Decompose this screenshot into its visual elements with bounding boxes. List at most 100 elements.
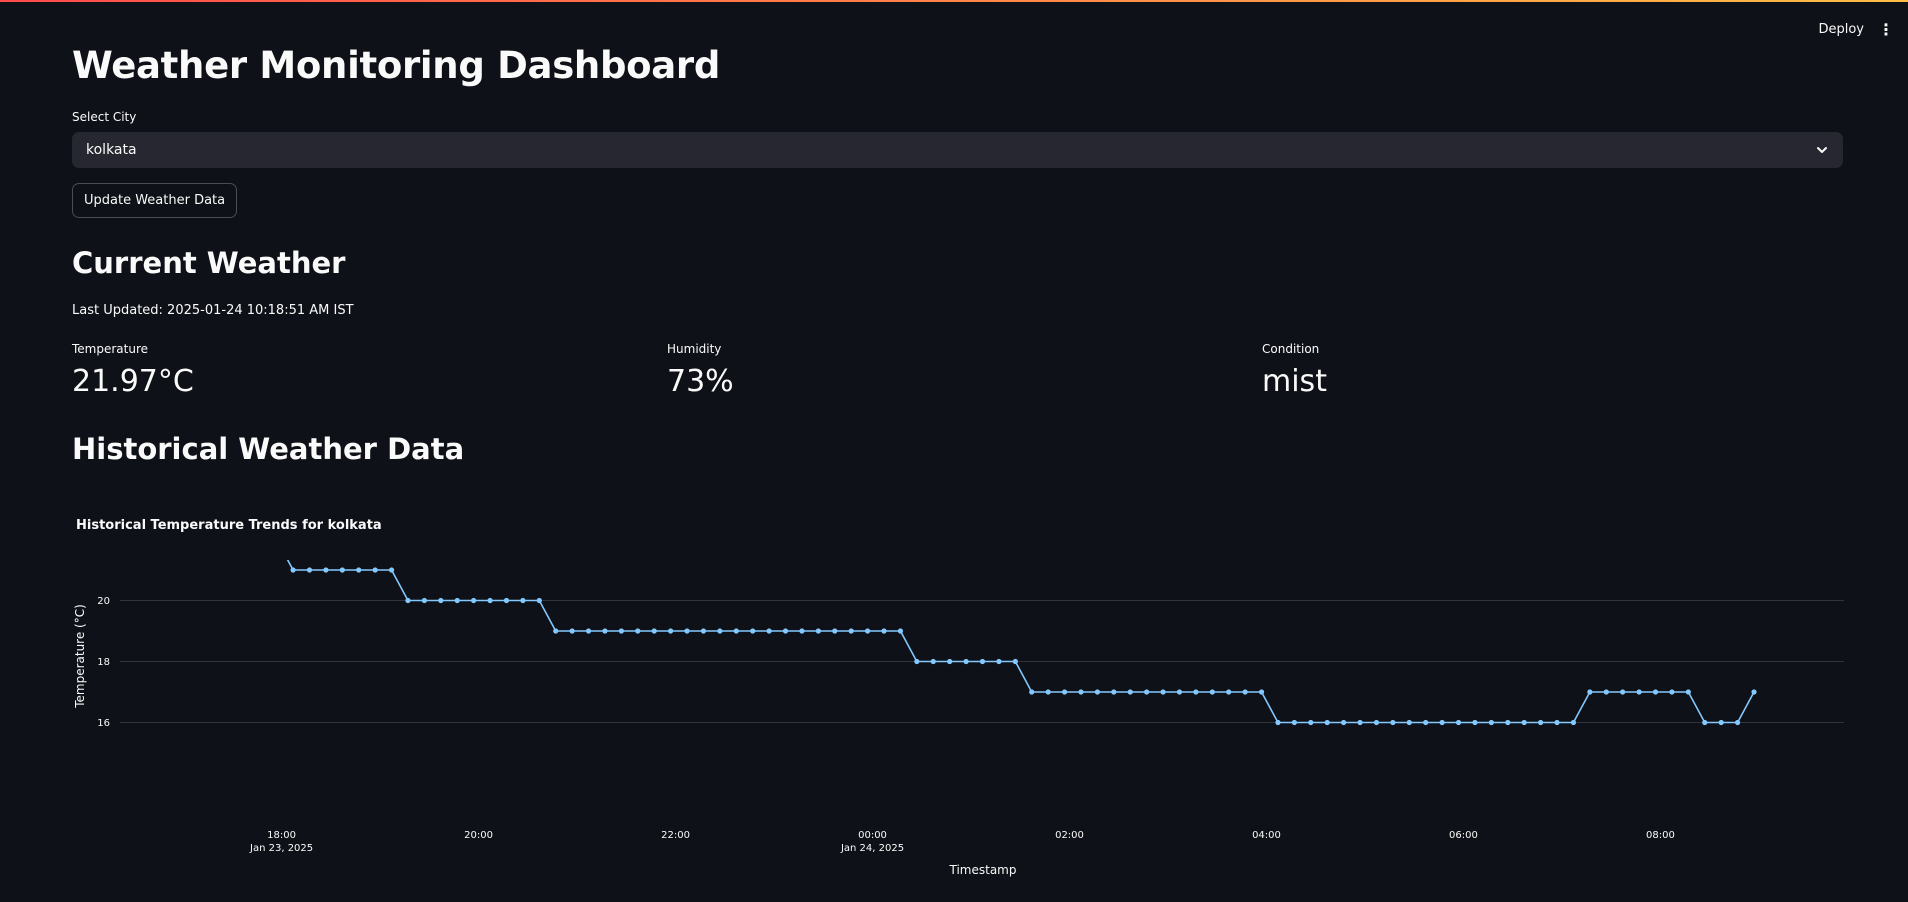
data-point[interactable] <box>454 597 460 604</box>
data-point[interactable] <box>1505 719 1511 726</box>
data-point[interactable] <box>503 597 510 604</box>
data-point[interactable] <box>1554 719 1560 726</box>
data-point[interactable] <box>668 628 674 634</box>
data-point[interactable] <box>602 628 608 634</box>
data-point[interactable] <box>651 628 657 634</box>
data-point[interactable] <box>1324 719 1330 726</box>
update-weather-button[interactable]: Update Weather Data <box>72 183 238 218</box>
data-point[interactable] <box>815 628 821 634</box>
last-updated-text: Last Updated: 2025-01-24 10:18:51 AM IST <box>72 303 354 318</box>
data-point[interactable] <box>1521 719 1527 726</box>
data-point[interactable] <box>1226 689 1232 695</box>
data-point[interactable] <box>979 658 986 665</box>
data-point[interactable] <box>700 628 707 634</box>
data-point[interactable] <box>1357 719 1363 726</box>
data-point[interactable] <box>1144 689 1150 695</box>
data-point[interactable] <box>963 658 969 665</box>
data-point[interactable] <box>471 597 477 604</box>
data-point[interactable] <box>569 628 575 634</box>
data-point[interactable] <box>1406 719 1412 726</box>
data-point[interactable] <box>881 628 887 634</box>
data-point[interactable] <box>1751 689 1757 695</box>
data-point[interactable] <box>897 628 904 634</box>
data-point[interactable] <box>1620 689 1626 695</box>
data-point[interactable] <box>782 628 789 634</box>
data-point[interactable] <box>1373 719 1380 726</box>
data-point[interactable] <box>799 628 805 634</box>
data-point[interactable] <box>306 567 313 573</box>
data-point[interactable] <box>290 567 296 573</box>
data-point[interactable] <box>553 628 559 634</box>
data-point[interactable] <box>733 628 739 634</box>
data-point[interactable] <box>388 567 395 573</box>
x-tick-label: 02:00 <box>1055 830 1084 841</box>
data-point[interactable] <box>930 658 936 665</box>
data-point[interactable] <box>1176 689 1183 695</box>
data-point[interactable] <box>405 597 411 604</box>
metric-value: 21.97°C <box>72 364 194 399</box>
data-point[interactable] <box>717 628 723 634</box>
data-point[interactable] <box>1685 689 1691 695</box>
data-point[interactable] <box>1045 689 1051 695</box>
data-point[interactable] <box>1308 719 1314 726</box>
data-point[interactable] <box>1242 689 1248 695</box>
data-point[interactable] <box>487 597 493 604</box>
data-point[interactable] <box>1160 689 1166 695</box>
data-point[interactable] <box>438 597 444 604</box>
data-point[interactable] <box>1193 689 1199 695</box>
x-tick-label: 22:00 <box>661 830 690 841</box>
data-point[interactable] <box>339 567 345 573</box>
data-point[interactable] <box>1341 719 1347 726</box>
data-point[interactable] <box>1472 719 1478 726</box>
y-axis-title: Temperature (°C) <box>73 604 87 709</box>
y-tick-label: 20 <box>97 596 110 607</box>
data-point[interactable] <box>1291 719 1297 726</box>
data-point[interactable] <box>356 567 362 573</box>
data-point[interactable] <box>1423 719 1429 726</box>
data-point[interactable] <box>684 628 690 634</box>
data-point[interactable] <box>914 658 920 665</box>
data-point[interactable] <box>323 567 329 573</box>
data-point[interactable] <box>1127 689 1133 695</box>
data-point[interactable] <box>750 628 756 634</box>
data-point[interactable] <box>1078 689 1084 695</box>
data-point[interactable] <box>1488 719 1494 726</box>
data-point[interactable] <box>536 597 542 604</box>
data-point[interactable] <box>864 628 871 634</box>
data-point[interactable] <box>832 628 838 634</box>
data-point[interactable] <box>1636 689 1642 695</box>
data-point[interactable] <box>1652 689 1659 695</box>
data-point[interactable] <box>1734 719 1741 726</box>
data-point[interactable] <box>1111 689 1117 695</box>
data-point[interactable] <box>1702 719 1708 726</box>
data-point[interactable] <box>1718 719 1724 726</box>
data-point[interactable] <box>1669 689 1675 695</box>
data-point[interactable] <box>421 597 427 604</box>
data-point[interactable] <box>520 597 526 604</box>
data-point[interactable] <box>585 628 592 634</box>
data-point[interactable] <box>1455 719 1462 726</box>
data-point[interactable] <box>1439 719 1445 726</box>
data-point[interactable] <box>766 628 772 634</box>
data-point[interactable] <box>1012 658 1018 665</box>
data-point[interactable] <box>1275 719 1281 726</box>
data-point[interactable] <box>372 567 378 573</box>
data-point[interactable] <box>1570 719 1577 726</box>
data-point[interactable] <box>947 658 953 665</box>
city-select[interactable]: kolkata <box>72 132 1843 168</box>
data-point[interactable] <box>1587 689 1593 695</box>
deploy-button[interactable]: Deploy <box>1818 22 1864 37</box>
data-point[interactable] <box>1390 719 1396 726</box>
data-point[interactable] <box>1029 689 1035 695</box>
data-point[interactable] <box>848 628 854 634</box>
data-point[interactable] <box>618 628 624 634</box>
data-point[interactable] <box>1061 689 1068 695</box>
data-point[interactable] <box>1538 719 1544 726</box>
data-point[interactable] <box>1258 689 1265 695</box>
kebab-menu-icon[interactable]: ⋮ <box>1878 22 1894 38</box>
data-point[interactable] <box>635 628 641 634</box>
data-point[interactable] <box>1603 689 1609 695</box>
data-point[interactable] <box>1209 689 1215 695</box>
data-point[interactable] <box>996 658 1002 665</box>
data-point[interactable] <box>1094 689 1101 695</box>
